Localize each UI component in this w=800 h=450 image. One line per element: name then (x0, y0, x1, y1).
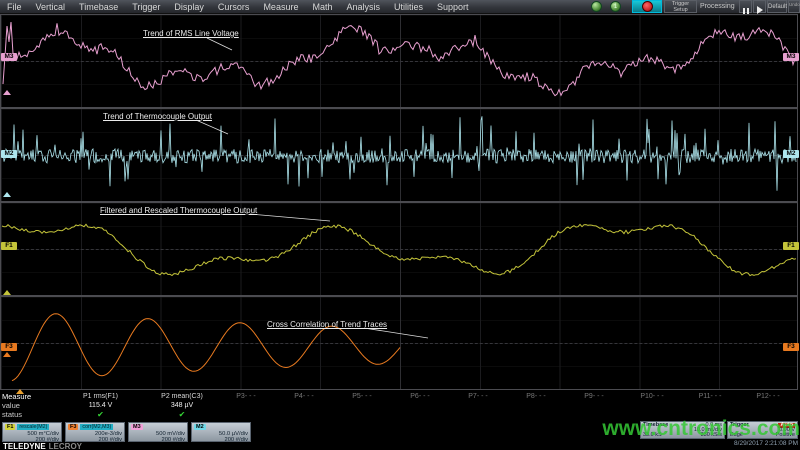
grid-3[interactable] (0, 202, 798, 296)
measure-row-label: value (2, 401, 54, 410)
descriptor-m2[interactable]: M250.0 µV/div200 #/div (191, 422, 251, 442)
trace-annotation: Trend of Thermocouple Output (103, 112, 212, 121)
trace-tag-m2[interactable]: M2 (1, 150, 17, 158)
status-led-icon[interactable] (591, 1, 602, 12)
trigger-setup-button[interactable]: TriggerSetup (664, 0, 697, 13)
trigger-time-marker-icon (16, 389, 24, 394)
grid-2[interactable] (0, 108, 798, 202)
datetime-stamp: 8/29/2017 2:21:08 PM (734, 440, 798, 447)
undo-button[interactable]: Undo (788, 0, 800, 13)
measure-param-header[interactable]: P8- - - (507, 393, 565, 400)
brand-lecroy: LECROY (49, 442, 82, 450)
hardcopy-button[interactable] (632, 0, 662, 13)
status-led2-icon[interactable]: 1 (610, 1, 621, 12)
trace-annotation: Cross Correlation of Trend Traces (267, 320, 387, 329)
pause-button[interactable] (739, 0, 752, 13)
watermark: www.cntronics.com (602, 417, 800, 441)
menu-utilities[interactable]: Utilities (387, 2, 430, 12)
camera-icon (642, 1, 653, 12)
channel-badge: F1 (5, 424, 15, 430)
menu-analysis[interactable]: Analysis (339, 2, 387, 12)
measure-value-row: value115.4 V348 µV (2, 401, 798, 410)
trace-tag-m2[interactable]: M2 (783, 150, 799, 158)
measure-header-row: MeasureP1 rms(F1)P2 mean(C3)P3- - -P4- -… (2, 392, 798, 401)
measure-param-header[interactable]: P1 rms(F1) (54, 393, 147, 400)
descriptor-row: F1rescale(M2)500 m°C/div200 #/divF3corr(… (2, 422, 251, 442)
ground-level-marker-icon (3, 352, 11, 357)
trace-annotation: Trend of RMS Line Voltage (143, 29, 239, 38)
measure-param-header[interactable]: P12- - - (739, 393, 797, 400)
channel-badge: M3 (131, 424, 143, 430)
ground-level-marker-icon (3, 290, 11, 295)
measure-param-header[interactable]: P10- - - (623, 393, 681, 400)
menu-bar: FileVerticalTimebaseTriggerDisplayCursor… (0, 0, 800, 14)
measure-row-label: Measure (2, 392, 54, 401)
oscilloscope-screen: FileVerticalTimebaseTriggerDisplayCursor… (0, 0, 800, 450)
menu-file[interactable]: File (0, 2, 29, 12)
measure-param-value: 348 µV (147, 402, 217, 409)
measure-param-header[interactable]: P9- - - (565, 393, 623, 400)
channel-badge: M2 (194, 424, 206, 430)
measure-param-header[interactable]: P4- - - (275, 393, 333, 400)
channel-badge: F3 (68, 424, 78, 430)
measure-param-header[interactable]: P11- - - (681, 393, 739, 400)
default-button[interactable]: Default (767, 0, 787, 13)
measure-table: MeasureP1 rms(F1)P2 mean(C3)P3- - -P4- -… (2, 392, 798, 419)
trace-annotation: Filtered and Rescaled Thermocouple Outpu… (100, 206, 257, 215)
menu-cursors[interactable]: Cursors (211, 2, 257, 12)
trace-tag-f1[interactable]: F1 (1, 242, 17, 250)
measure-param-header[interactable]: P3- - - (217, 393, 275, 400)
measure-param-status: ✔ (147, 411, 217, 419)
play-button[interactable] (753, 0, 766, 13)
menu-trigger[interactable]: Trigger (125, 2, 167, 12)
menu-display[interactable]: Display (167, 2, 211, 12)
menu-measure[interactable]: Measure (256, 2, 305, 12)
menu-math[interactable]: Math (305, 2, 339, 12)
play-icon (757, 6, 763, 14)
descriptor-scale: 200 #/div (194, 437, 248, 443)
descriptor-function: rescale(M2) (17, 424, 49, 430)
grid-4[interactable] (0, 296, 798, 390)
menu-vertical[interactable]: Vertical (29, 2, 73, 12)
descriptor-f1[interactable]: F1rescale(M2)500 m°C/div200 #/div (2, 422, 62, 442)
descriptor-scale: 200 #/div (131, 437, 185, 443)
ground-level-marker-icon (3, 192, 11, 197)
menu-support[interactable]: Support (430, 2, 476, 12)
measure-param-status: ✔ (54, 411, 147, 419)
descriptor-f3[interactable]: F3corr(M2,M3)200e-3/div200 #/div (65, 422, 125, 442)
trace-tag-f3[interactable]: F3 (783, 343, 799, 351)
trace-tag-m3[interactable]: M3 (1, 53, 17, 61)
descriptor-m3[interactable]: M3500 mV/div200 #/div (128, 422, 188, 442)
processing-status: Processing (700, 3, 735, 10)
measure-param-header[interactable]: P6- - - (391, 393, 449, 400)
trace-tag-m3[interactable]: M3 (783, 53, 799, 61)
ground-level-marker-icon (3, 90, 11, 95)
descriptor-function: corr(M2,M3) (80, 424, 113, 430)
pause-icon (743, 8, 745, 14)
measure-param-header[interactable]: P5- - - (333, 393, 391, 400)
grid-1[interactable] (0, 14, 798, 108)
measure-param-header[interactable]: P7- - - (449, 393, 507, 400)
brand-logo: TELEDYNELECROY (3, 442, 82, 450)
trace-tag-f3[interactable]: F3 (1, 343, 17, 351)
measure-row-label: status (2, 410, 54, 419)
measure-param-value: 115.4 V (54, 402, 147, 409)
brand-teledyne: TELEDYNE (3, 442, 46, 450)
trace-tag-f1[interactable]: F1 (783, 242, 799, 250)
menu-timebase[interactable]: Timebase (72, 2, 125, 12)
measure-param-header[interactable]: P2 mean(C3) (147, 393, 217, 400)
